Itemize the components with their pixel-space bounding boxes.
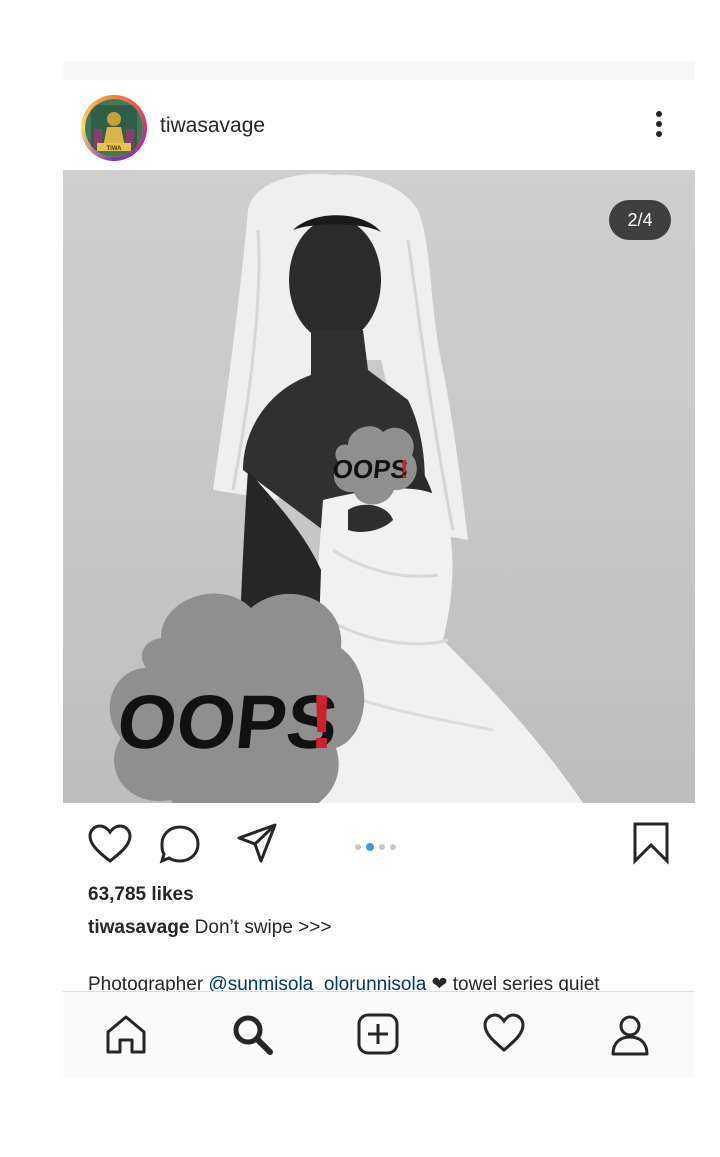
sticker-mark-large: ! (309, 680, 334, 765)
post-actions (63, 803, 695, 879)
sticker-mark-small: ! (400, 454, 409, 484)
heart-icon[interactable] (87, 823, 133, 865)
caption-username[interactable]: tiwasavage (88, 917, 189, 938)
profile-icon[interactable] (608, 1012, 652, 1056)
oops-sticker-small: OOPS ! (331, 426, 417, 505)
carousel-counter: 2/4 (609, 200, 671, 240)
caption-credit: Photographer @sunmisola_olorunnisola ❤ t… (88, 973, 688, 993)
status-strip (63, 61, 695, 80)
send-icon[interactable] (235, 821, 279, 865)
avatar-image: TIWA (85, 99, 143, 157)
bottom-navigation (63, 991, 695, 1078)
search-icon[interactable] (230, 1012, 274, 1056)
avatar-story-ring[interactable]: TIWA (81, 95, 147, 161)
avatar[interactable]: TIWA (85, 99, 143, 157)
post-header: TIWA tiwasavage (63, 88, 695, 168)
home-icon[interactable] (104, 1012, 148, 1056)
post-username[interactable]: tiwasavage (160, 114, 265, 138)
likes-count[interactable]: 63,785 likes (88, 884, 194, 906)
post-image[interactable]: OOPS ! OOPS ! 2/4 (63, 170, 695, 803)
avatar-text: TIWA (107, 146, 123, 152)
carousel-dot (389, 843, 396, 850)
carousel-dot (378, 843, 385, 850)
more-vertical-icon[interactable] (653, 108, 665, 148)
add-post-icon[interactable] (356, 1012, 400, 1056)
caption-text: Don’t swipe >>> (189, 917, 332, 938)
post-caption: tiwasavage Don’t swipe >>> (88, 917, 331, 939)
sticker-text-large: OOPS (113, 680, 341, 765)
sticker-text-small: OOPS (331, 454, 409, 484)
carousel-dot-active (365, 842, 374, 851)
bookmark-icon[interactable] (631, 821, 671, 865)
activity-heart-icon[interactable] (482, 1012, 526, 1056)
oops-sticker-large: OOPS ! (109, 593, 365, 803)
carousel-dots (352, 838, 398, 851)
carousel-dot (354, 843, 361, 850)
comment-icon[interactable] (158, 823, 202, 867)
